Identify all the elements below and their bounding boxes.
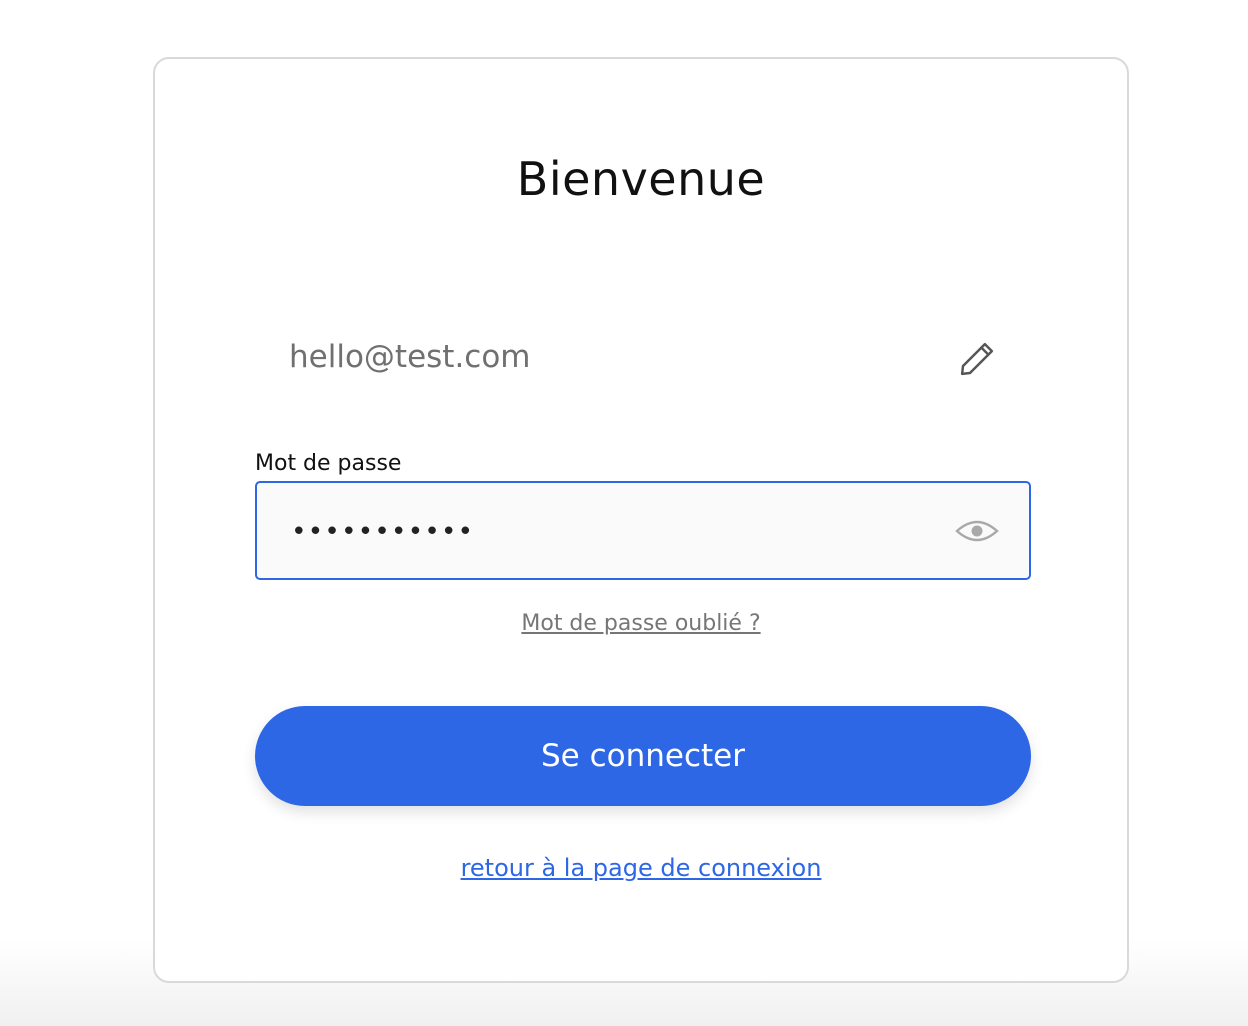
edit-email-button[interactable] [953,335,1001,383]
page: Bienvenue hello@test.com Mot de passe Mo… [0,0,1248,1026]
page-title: Bienvenue [516,152,766,206]
password-input[interactable] [289,509,913,555]
toggle-password-visibility-button[interactable] [953,509,1001,553]
login-button[interactable]: Se connecter [255,706,1031,806]
password-field[interactable] [255,481,1031,580]
pencil-icon [960,342,994,376]
password-label: Mot de passe [255,451,402,476]
forgot-password-link[interactable]: Mot de passe oublié ? [155,611,1127,636]
eye-icon [955,520,999,542]
login-card: Bienvenue hello@test.com Mot de passe Mo… [153,57,1129,983]
email-display-row: hello@test.com [255,329,1031,393]
back-to-login-link[interactable]: retour à la page de connexion [155,854,1127,882]
email-value: hello@test.com [289,339,531,375]
